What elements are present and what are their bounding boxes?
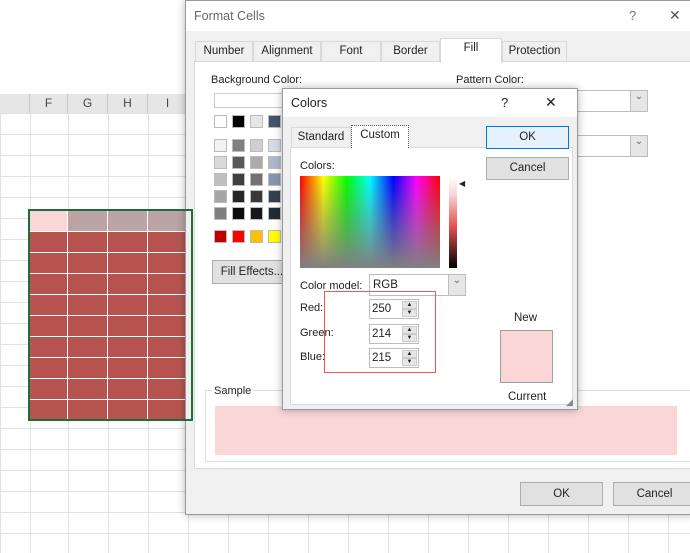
column-header-i[interactable]: I xyxy=(148,94,188,114)
rgb-highlight-box xyxy=(324,291,436,373)
help-button[interactable]: ? xyxy=(629,8,636,23)
color-swatch[interactable] xyxy=(232,115,245,128)
color-swatch[interactable] xyxy=(268,173,281,186)
sample-preview xyxy=(215,406,677,455)
title-bar: Colors ? ✕ xyxy=(283,89,577,117)
ok-button[interactable]: OK xyxy=(520,482,603,506)
color-swatch[interactable] xyxy=(250,207,263,220)
tab-fill[interactable]: Fill xyxy=(440,38,502,63)
column-header-f[interactable]: F xyxy=(30,94,68,114)
corner-header[interactable] xyxy=(0,94,30,114)
ok-button[interactable]: OK xyxy=(486,126,569,149)
color-swatch[interactable] xyxy=(232,173,245,186)
tab-standard[interactable]: Standard xyxy=(291,127,351,148)
color-swatch[interactable] xyxy=(214,156,227,169)
color-swatch[interactable] xyxy=(250,173,263,186)
color-swatch[interactable] xyxy=(250,115,263,128)
color-swatch[interactable] xyxy=(232,139,245,152)
color-swatch[interactable] xyxy=(232,156,245,169)
color-swatch[interactable] xyxy=(268,230,281,243)
color-swatch[interactable] xyxy=(214,115,227,128)
color-swatch[interactable] xyxy=(268,156,281,169)
close-icon[interactable]: ✕ xyxy=(669,7,681,24)
blue-label: Blue: xyxy=(300,351,326,363)
color-model-value: RGB xyxy=(373,279,398,291)
pattern-color-label: Pattern Color: xyxy=(456,74,524,86)
title-bar: Format Cells ? ✕ xyxy=(186,1,690,31)
current-label: Current xyxy=(508,391,547,403)
color-swatch[interactable] xyxy=(268,115,281,128)
colors-label: Colors: xyxy=(300,160,335,172)
new-color-preview xyxy=(500,330,553,383)
color-swatch[interactable] xyxy=(250,139,263,152)
color-swatch[interactable] xyxy=(268,139,281,152)
tab-protection[interactable]: Protection xyxy=(502,41,567,62)
color-swatch[interactable] xyxy=(214,139,227,152)
color-swatch[interactable] xyxy=(232,207,245,220)
dialog-title: Colors xyxy=(291,96,328,110)
color-swatch[interactable] xyxy=(214,173,227,186)
color-swatch[interactable] xyxy=(268,207,281,220)
cancel-button[interactable]: Cancel xyxy=(613,482,690,506)
chevron-down-icon: ⌄ xyxy=(630,136,647,156)
dialog-title: Format Cells xyxy=(194,9,265,23)
chevron-down-icon: ⌄ xyxy=(448,275,465,295)
color-swatch[interactable] xyxy=(232,190,245,203)
color-spectrum[interactable] xyxy=(300,176,440,268)
tab-alignment[interactable]: Alignment xyxy=(253,41,321,62)
help-button[interactable]: ? xyxy=(501,95,508,110)
color-swatch[interactable] xyxy=(250,190,263,203)
color-swatch[interactable] xyxy=(214,230,227,243)
new-label: New xyxy=(514,312,538,324)
tab-custom[interactable]: Custom xyxy=(351,125,409,148)
selection-range xyxy=(28,209,193,421)
background-color-label: Background Color: xyxy=(211,74,303,86)
tab-font[interactable]: Font xyxy=(321,41,381,62)
close-icon[interactable]: ✕ xyxy=(545,94,557,111)
gridline xyxy=(0,113,1,553)
luminance-slider[interactable] xyxy=(449,176,457,268)
color-swatch[interactable] xyxy=(268,190,281,203)
cancel-button[interactable]: Cancel xyxy=(486,157,569,180)
color-swatch[interactable] xyxy=(232,230,245,243)
color-swatch[interactable] xyxy=(250,230,263,243)
color-swatch[interactable] xyxy=(250,156,263,169)
luminance-arrow-icon[interactable]: ◀ xyxy=(459,179,465,188)
tab-border[interactable]: Border xyxy=(381,41,440,62)
column-header-g[interactable]: G xyxy=(68,94,108,114)
no-color-button[interactable] xyxy=(214,93,289,108)
colors-dialog: Colors ? ✕ Standard Custom Colors: ◀ Col… xyxy=(282,88,578,410)
gridline xyxy=(0,533,690,534)
red-label: Red: xyxy=(300,302,324,314)
chevron-down-icon: ⌄ xyxy=(630,91,647,111)
column-header-h[interactable]: H xyxy=(108,94,148,114)
sample-label: Sample xyxy=(212,385,254,397)
color-swatch[interactable] xyxy=(214,190,227,203)
color-swatch[interactable] xyxy=(214,207,227,220)
tab-number[interactable]: Number xyxy=(195,41,253,62)
fill-effects-button[interactable]: Fill Effects... xyxy=(212,260,292,284)
resize-grip-icon[interactable]: ◢ xyxy=(566,397,573,408)
